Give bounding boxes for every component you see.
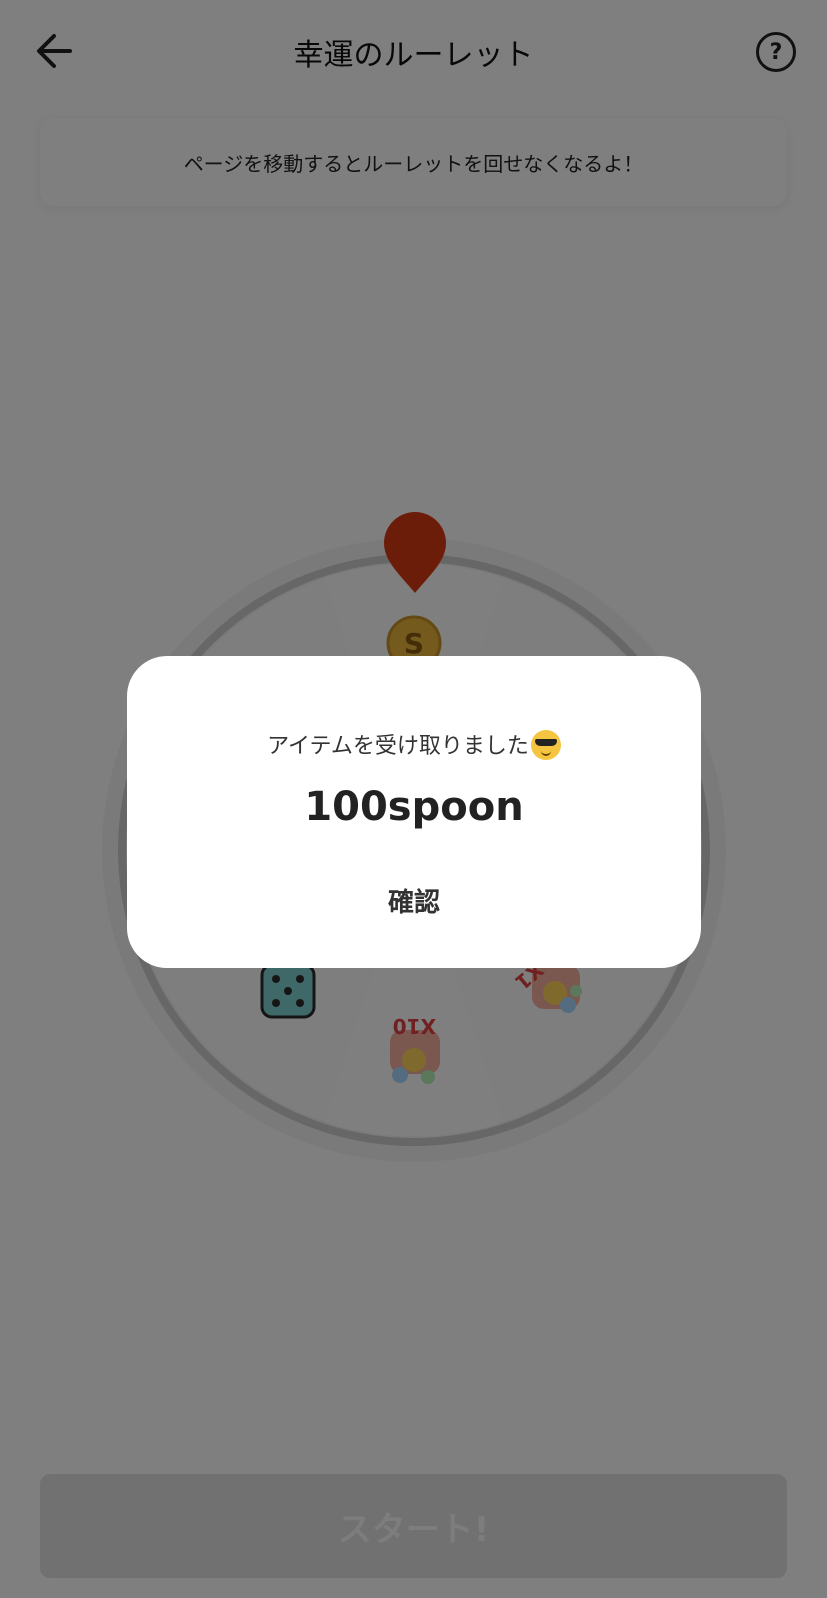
result-modal: アイテムを受け取りました 100spoon 確認 (127, 656, 701, 968)
modal-message-text: アイテムを受け取りました (267, 734, 529, 759)
sunglasses-emoji-icon (530, 730, 561, 760)
modal-message: アイテムを受け取りました (127, 728, 701, 760)
reward-amount: 100spoon (304, 784, 524, 830)
confirm-button-label: 確認 (387, 887, 440, 918)
confirm-button[interactable]: 確認 (364, 878, 464, 922)
